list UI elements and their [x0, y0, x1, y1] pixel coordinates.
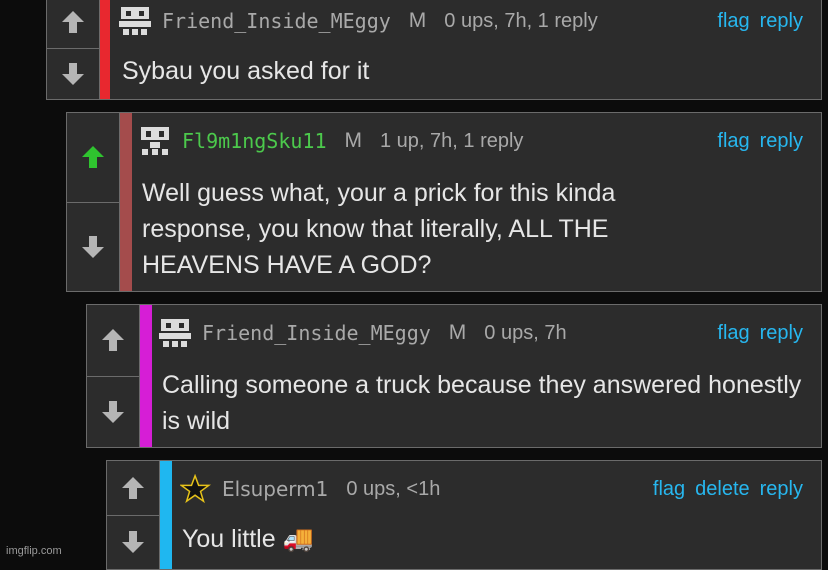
- comment-text: You little 🚚: [160, 521, 807, 557]
- comment-panel: Friend_Inside_MEggy M 0 ups, 7h flag rep…: [140, 304, 822, 448]
- comment-actions: flag reply: [717, 130, 803, 153]
- vote-column: [66, 112, 120, 292]
- arrow-down-icon: [120, 529, 146, 555]
- comment-panel: Elsuperm1 0 ups, <1h flag delete reply Y…: [160, 460, 822, 570]
- comment-actions: flag delete reply: [653, 478, 803, 501]
- comment-3: Friend_Inside_MEggy M 0 ups, 7h flag rep…: [86, 304, 822, 448]
- flag-link[interactable]: flag: [717, 322, 749, 345]
- comment-stats: 1 up, 7h, 1 reply: [380, 130, 523, 153]
- arrow-up-icon: [100, 327, 126, 353]
- vote-column: [46, 0, 100, 100]
- reply-link[interactable]: reply: [760, 130, 803, 153]
- upvote-button[interactable]: [86, 304, 140, 377]
- upvote-button[interactable]: [106, 460, 160, 516]
- vote-column: [86, 304, 140, 448]
- comment-stats: 0 ups, <1h: [346, 478, 440, 501]
- comment-panel: Fl9m1ngSku11 M 1 up, 7h, 1 reply flag re…: [120, 112, 822, 292]
- comment-text: Sybau you asked for it: [100, 53, 807, 89]
- username-link[interactable]: Friend_Inside_MEggy: [162, 9, 391, 33]
- comment-panel: Friend_Inside_MEggy M 0 ups, 7h, 1 reply…: [100, 0, 822, 100]
- star-icon[interactable]: [180, 474, 212, 504]
- downvote-button[interactable]: [86, 377, 140, 449]
- comment-text: Well guess what, your a prick for this k…: [120, 175, 732, 283]
- username-link[interactable]: Elsuperm1: [222, 477, 328, 501]
- arrow-up-icon: [80, 144, 106, 170]
- delete-link[interactable]: delete: [695, 478, 750, 501]
- reply-link[interactable]: reply: [760, 478, 803, 501]
- reply-link[interactable]: reply: [760, 322, 803, 345]
- username-link[interactable]: Fl9m1ngSku11: [182, 129, 327, 153]
- comment-text: Calling someone a truck because they ans…: [140, 367, 807, 439]
- comment-2: Fl9m1ngSku11 M 1 up, 7h, 1 reply flag re…: [66, 112, 822, 292]
- upvote-button[interactable]: [46, 0, 100, 49]
- flag-link[interactable]: flag: [717, 130, 749, 153]
- comment-actions: flag reply: [717, 322, 803, 345]
- comment-meta: Friend_Inside_MEggy M 0 ups, 7h, 1 reply…: [100, 5, 821, 37]
- comment-actions: flag reply: [717, 10, 803, 33]
- arrow-down-icon: [60, 61, 86, 87]
- user-avatar[interactable]: [158, 318, 192, 348]
- arrow-down-icon: [100, 399, 126, 425]
- mod-badge: M: [345, 129, 363, 153]
- comment-stats: 0 ups, 7h: [484, 322, 566, 345]
- comment-4: Elsuperm1 0 ups, <1h flag delete reply Y…: [106, 460, 822, 570]
- user-avatar[interactable]: [118, 6, 152, 36]
- watermark: imgflip.com: [6, 545, 62, 557]
- comment-meta: Fl9m1ngSku11 M 1 up, 7h, 1 reply flag re…: [120, 125, 821, 157]
- comment-1: Friend_Inside_MEggy M 0 ups, 7h, 1 reply…: [46, 0, 822, 100]
- flag-link[interactable]: flag: [717, 10, 749, 33]
- reply-link[interactable]: reply: [760, 10, 803, 33]
- downvote-button[interactable]: [46, 49, 100, 101]
- downvote-button[interactable]: [106, 516, 160, 570]
- arrow-down-icon: [80, 234, 106, 260]
- vote-column: [106, 460, 160, 570]
- downvote-button[interactable]: [66, 203, 120, 293]
- mod-badge: M: [449, 321, 467, 345]
- comment-stats: 0 ups, 7h, 1 reply: [444, 10, 597, 33]
- mod-badge: M: [409, 9, 427, 33]
- comment-meta: Elsuperm1 0 ups, <1h flag delete reply: [160, 473, 821, 505]
- user-avatar[interactable]: [138, 126, 172, 156]
- comment-meta: Friend_Inside_MEggy M 0 ups, 7h flag rep…: [140, 317, 821, 349]
- arrow-up-icon: [120, 475, 146, 501]
- flag-link[interactable]: flag: [653, 478, 685, 501]
- arrow-up-icon: [60, 9, 86, 35]
- username-link[interactable]: Friend_Inside_MEggy: [202, 321, 431, 345]
- upvote-button[interactable]: [66, 112, 120, 203]
